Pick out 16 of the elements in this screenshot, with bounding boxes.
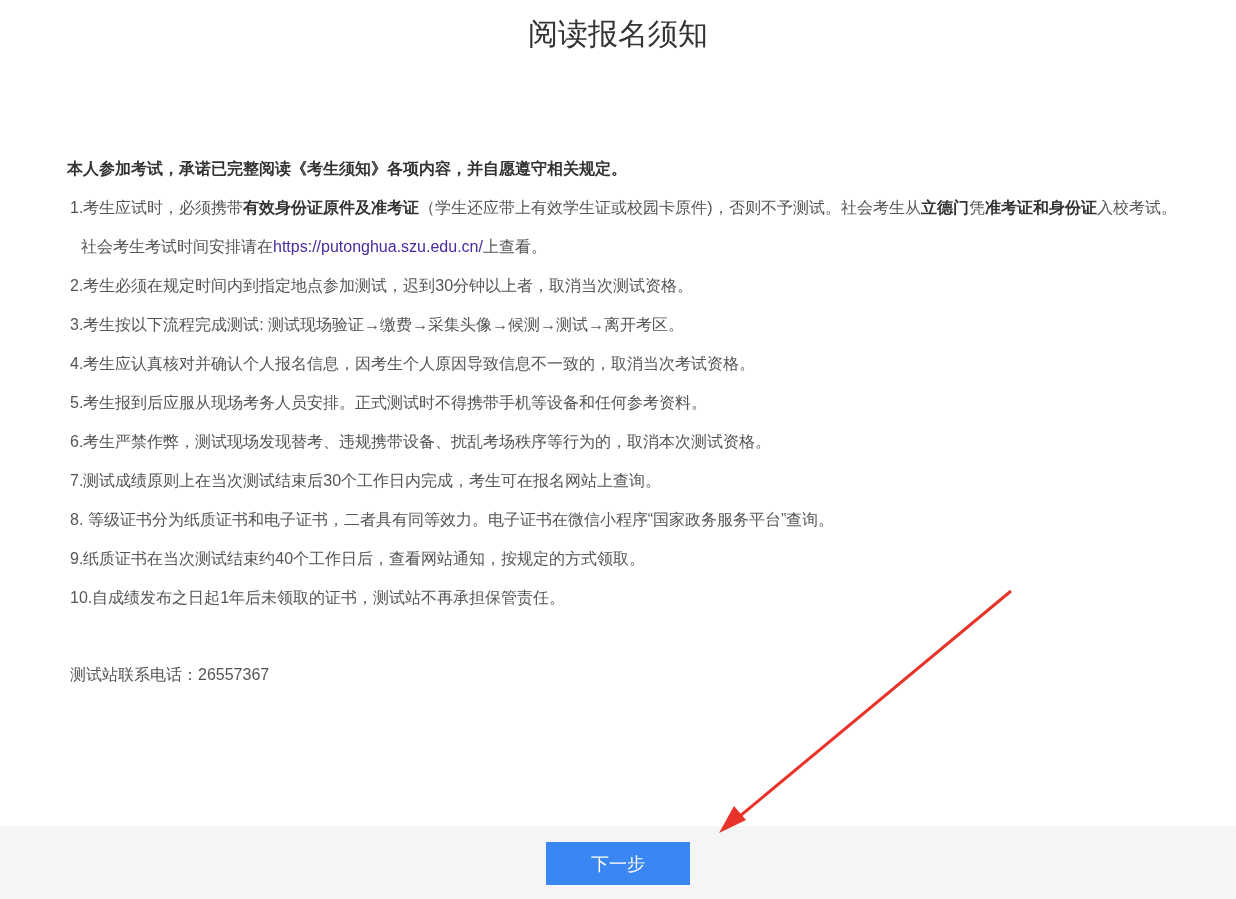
notice-item: 4.考生应认真核对并确认个人报名信息，因考生个人原因导致信息不一致的，取消当次考试资格。 — [69, 354, 757, 374]
notice-item: 5.考生报到后应服从现场考务人员安排。正式测试时不得携带手机等设备和任何参考资料。 — [69, 393, 709, 413]
notice-item: 6.考生严禁作弊，测试现场发现替考、违规携带设备、扰乱考场秩序等行为的，取消本次测试资格。 — [69, 432, 773, 452]
notice-item: 9.纸质证书在当次测试结束约40个工作日后，查看网站通知，按规定的方式领取。 — [69, 549, 647, 569]
contact-phone: 测试站联系电话：26557367 — [69, 665, 271, 685]
notice-item: 3.考生按以下流程完成测试: 测试现场验证→缴费→采集头像→候测→测试→离开考区。 — [69, 315, 686, 335]
notice-item: 社会考生考试时间安排请在https://putonghua.szu.edu.cn/上查看。 — [80, 237, 548, 257]
website-link[interactable]: https://putonghua.szu.edu.cn/ — [273, 238, 483, 255]
notice-item: 1.考生应试时，必须携带有效身份证原件及准考证（学生还应带上有效学生证或校园卡原件)，否则不予测试。社会考生从立德门凭准考证和身份证入校考试。 — [69, 198, 1178, 218]
page-title: 阅读报名须知 — [527, 16, 709, 52]
notice-statement: 本人参加考试，承诺已完整阅读《考生须知》各项内容，并自愿遵守相关规定。 — [66, 159, 628, 179]
next-button[interactable]: 下一步 — [546, 842, 690, 885]
notice-item: 8. 等级证书分为纸质证书和电子证书，二者具有同等效力。电子证书在微信小程序“国家政务服务平台”查询。 — [69, 510, 836, 530]
notice-item: 10.自成绩发布之日起1年后未领取的证书，测试站不再承担保管责任。 — [69, 588, 567, 608]
notice-item: 7.测试成绩原则上在当次测试结束后30个工作日内完成，考生可在报名网站上查询。 — [69, 471, 663, 491]
notice-item: 2.考生必须在规定时间内到指定地点参加测试，迟到30分钟以上者，取消当次测试资格。 — [69, 276, 695, 296]
